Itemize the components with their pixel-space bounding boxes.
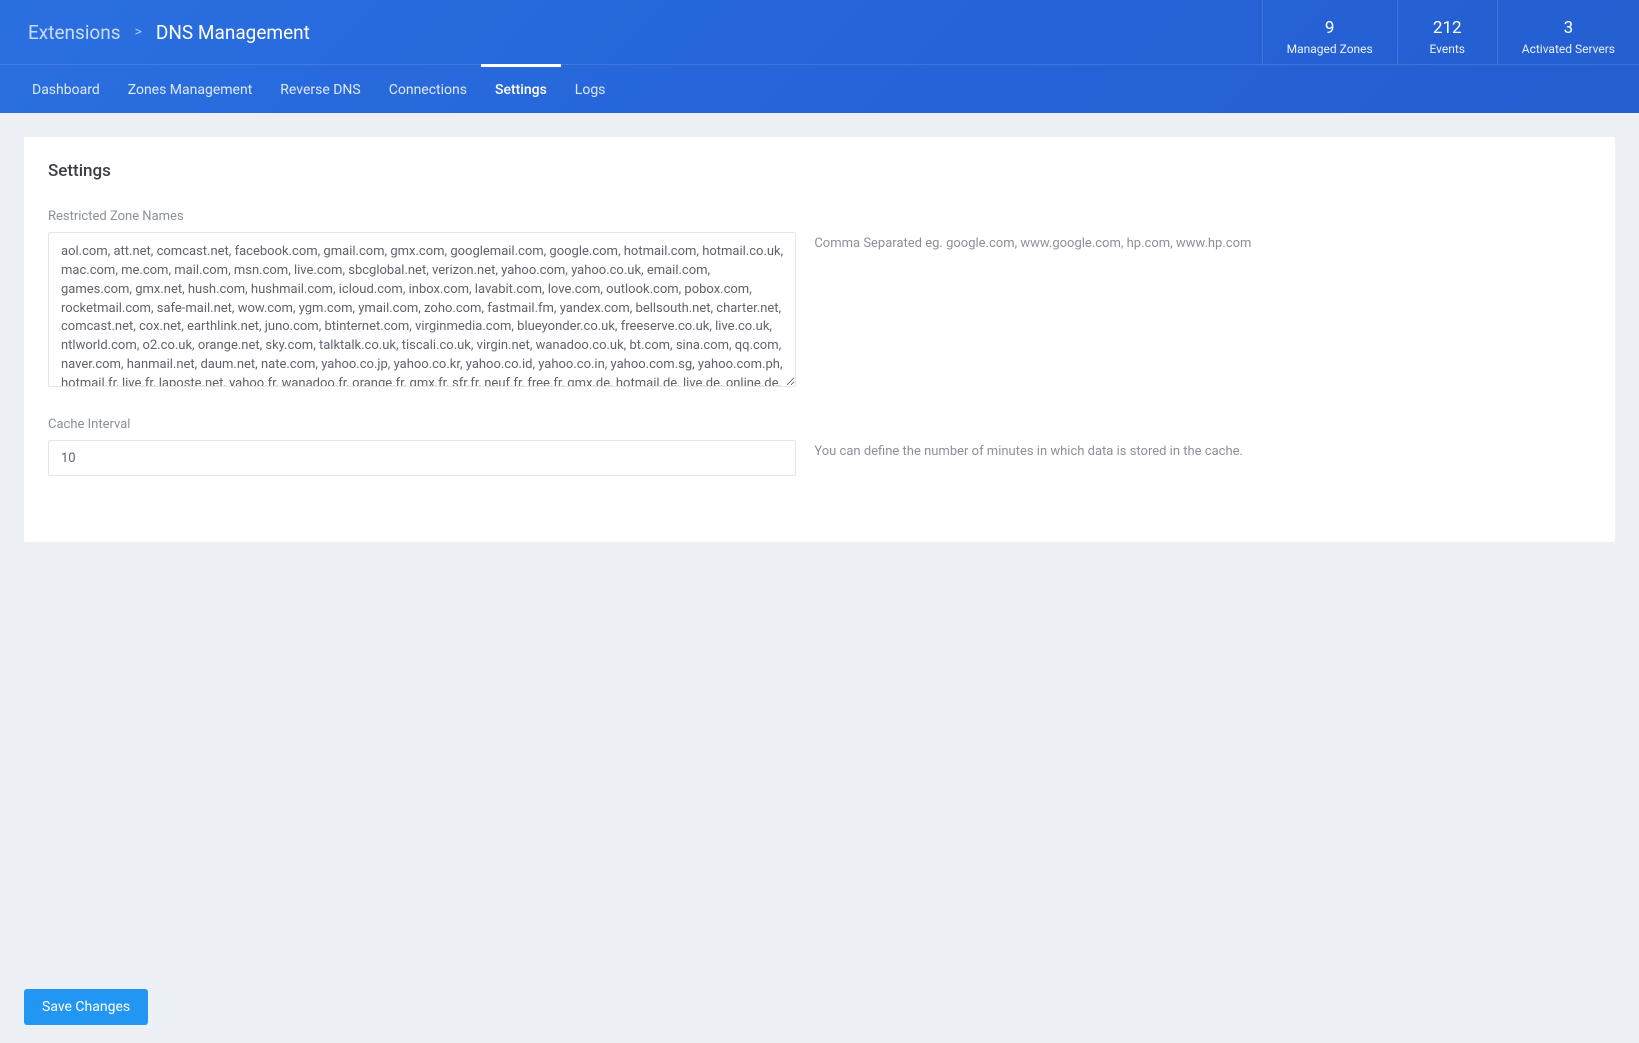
- stat-managed-zones[interactable]: 9 Managed Zones: [1262, 0, 1397, 64]
- save-button[interactable]: Save Changes: [24, 989, 148, 1025]
- footer-actions: Save Changes: [24, 989, 148, 1025]
- input-wrap: [48, 440, 796, 476]
- input-wrap: [48, 232, 796, 391]
- breadcrumb-current: DNS Management: [156, 21, 310, 44]
- field-row: You can define the number of minutes in …: [48, 440, 1591, 476]
- tab-settings[interactable]: Settings: [481, 64, 561, 112]
- stat-label: Events: [1422, 42, 1473, 56]
- app-header: Extensions > DNS Management 9 Managed Zo…: [0, 0, 1639, 113]
- main-content: Settings Restricted Zone Names Comma Sep…: [0, 113, 1639, 566]
- cache-interval-label: Cache Interval: [48, 417, 1591, 432]
- stat-activated-servers[interactable]: 3 Activated Servers: [1497, 0, 1639, 64]
- breadcrumb-parent[interactable]: Extensions: [28, 21, 121, 44]
- stat-value: 3: [1522, 18, 1615, 38]
- breadcrumb: Extensions > DNS Management: [0, 0, 310, 64]
- chevron-right-icon: >: [135, 24, 142, 40]
- restricted-zones-input[interactable]: [48, 232, 796, 387]
- stat-events[interactable]: 212 Events: [1397, 0, 1497, 64]
- field-restricted-zones: Restricted Zone Names Comma Separated eg…: [48, 209, 1591, 391]
- settings-card: Settings Restricted Zone Names Comma Sep…: [24, 137, 1615, 542]
- tab-zones-management[interactable]: Zones Management: [114, 64, 267, 112]
- restricted-zones-label: Restricted Zone Names: [48, 209, 1591, 224]
- tab-connections[interactable]: Connections: [375, 64, 481, 112]
- field-row: Comma Separated eg. google.com, www.goog…: [48, 232, 1591, 391]
- cache-interval-help: You can define the number of minutes in …: [814, 440, 1591, 459]
- stat-value: 212: [1422, 18, 1473, 38]
- tab-logs[interactable]: Logs: [561, 64, 620, 112]
- stat-label: Activated Servers: [1522, 42, 1615, 56]
- stat-label: Managed Zones: [1287, 42, 1373, 56]
- stat-value: 9: [1287, 18, 1373, 38]
- header-stats: 9 Managed Zones 212 Events 3 Activated S…: [1262, 0, 1639, 64]
- cache-interval-input[interactable]: [48, 440, 796, 476]
- page-title: Settings: [48, 161, 1591, 181]
- header-top-row: Extensions > DNS Management 9 Managed Zo…: [0, 0, 1639, 65]
- restricted-zones-help: Comma Separated eg. google.com, www.goog…: [814, 232, 1591, 251]
- tab-reverse-dns[interactable]: Reverse DNS: [266, 64, 374, 112]
- tab-dashboard[interactable]: Dashboard: [18, 64, 114, 112]
- field-cache-interval: Cache Interval You can define the number…: [48, 417, 1591, 476]
- nav-tabs: Dashboard Zones Management Reverse DNS C…: [0, 65, 1639, 113]
